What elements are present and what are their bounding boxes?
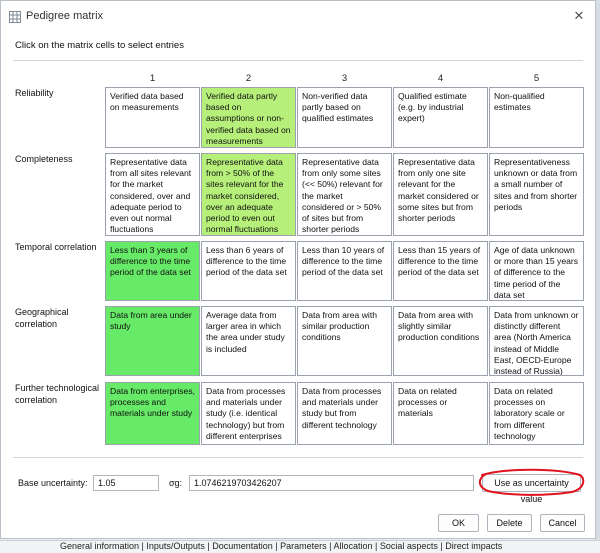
matrix-cell[interactable]: Less than 6 years of difference to the t… [201, 241, 296, 301]
ok-button[interactable]: OK [438, 514, 479, 532]
column-header-5: 5 [533, 73, 540, 84]
matrix-cell[interactable]: Non-verified data partly based on qualif… [297, 87, 392, 148]
matrix-cell[interactable]: Data on related processes or materials [393, 382, 488, 445]
matrix-cell[interactable]: Data from processes and materials under … [201, 382, 296, 445]
matrix-cell[interactable]: Less than 15 years of difference to the … [393, 241, 488, 301]
matrix-cell[interactable]: Data from processes and materials under … [297, 382, 392, 445]
title-bar: Pedigree matrix ✕ [1, 1, 595, 31]
matrix-cell[interactable]: Less than 3 years of difference to the t… [105, 241, 200, 301]
matrix-cell[interactable]: Age of data unknown or more than 15 year… [489, 241, 584, 301]
pedigree-matrix-dialog: Pedigree matrix ✕ Click on the matrix ce… [0, 0, 596, 539]
close-icon[interactable]: ✕ [571, 8, 587, 24]
background-editor-tabs: General information | Inputs/Outputs | D… [60, 541, 503, 551]
matrix-cell[interactable]: Verified data partly based on assumption… [201, 87, 296, 148]
matrix-cell[interactable]: Non-qualified estimates [489, 87, 584, 148]
matrix-cell[interactable]: Qualified estimate (e.g. by industrial e… [393, 87, 488, 148]
matrix-cell[interactable]: Representativeness unknown or data from … [489, 153, 584, 236]
delete-button[interactable]: Delete [487, 514, 532, 532]
matrix-cell[interactable]: Data from area with similar production c… [297, 306, 392, 376]
base-uncertainty-input[interactable] [93, 475, 159, 491]
matrix-cell[interactable]: Data from unknown or distinctly differen… [489, 306, 584, 376]
row-label-reliability: Reliability [15, 88, 54, 98]
column-header-4: 4 [437, 73, 444, 84]
matrix-cell[interactable]: Representative data from > 50% of the si… [201, 153, 296, 236]
matrix-cell[interactable]: Average data from larger area in which t… [201, 306, 296, 376]
matrix-cell[interactable]: Less than 10 years of difference to the … [297, 241, 392, 301]
matrix-cell[interactable]: Representative data from only one site r… [393, 153, 488, 236]
column-header-2: 2 [245, 73, 252, 84]
window-title: Pedigree matrix [26, 10, 104, 22]
matrix-cell[interactable]: Data from enterprises, processes and mat… [105, 382, 200, 445]
matrix-cell[interactable]: Data from area under study [105, 306, 200, 376]
use-as-uncertainty-button[interactable]: Use as uncertainty value [482, 474, 581, 504]
matrix-cell[interactable]: Representative data from all sites relev… [105, 153, 200, 236]
base-uncertainty-label: Base uncertainty: [18, 478, 88, 488]
column-header-1: 1 [149, 73, 156, 84]
pedigree-app-icon [9, 11, 21, 23]
matrix-cell[interactable]: Verified data based on measurements [105, 87, 200, 148]
matrix-cell[interactable]: Representative data from only some sites… [297, 153, 392, 236]
instructions-text: Click on the matrix cells to select entr… [15, 40, 184, 51]
sigma-g-input[interactable] [189, 475, 474, 491]
top-divider [13, 60, 583, 61]
bottom-divider [13, 457, 583, 458]
row-label-geographical-correlation: Geographical correlation [15, 307, 69, 329]
cancel-button[interactable]: Cancel [540, 514, 585, 532]
row-label-temporal-correlation: Temporal correlation [15, 242, 97, 252]
row-label-further-technological-correlation: Further technological correlation [15, 383, 100, 405]
matrix-cell[interactable]: Data from area with slightly similar pro… [393, 306, 488, 376]
column-header-3: 3 [341, 73, 348, 84]
matrix-cell[interactable]: Data on related processes on laboratory … [489, 382, 584, 445]
row-label-completeness: Completeness [15, 154, 73, 164]
sigma-g-label: σg: [169, 478, 183, 488]
